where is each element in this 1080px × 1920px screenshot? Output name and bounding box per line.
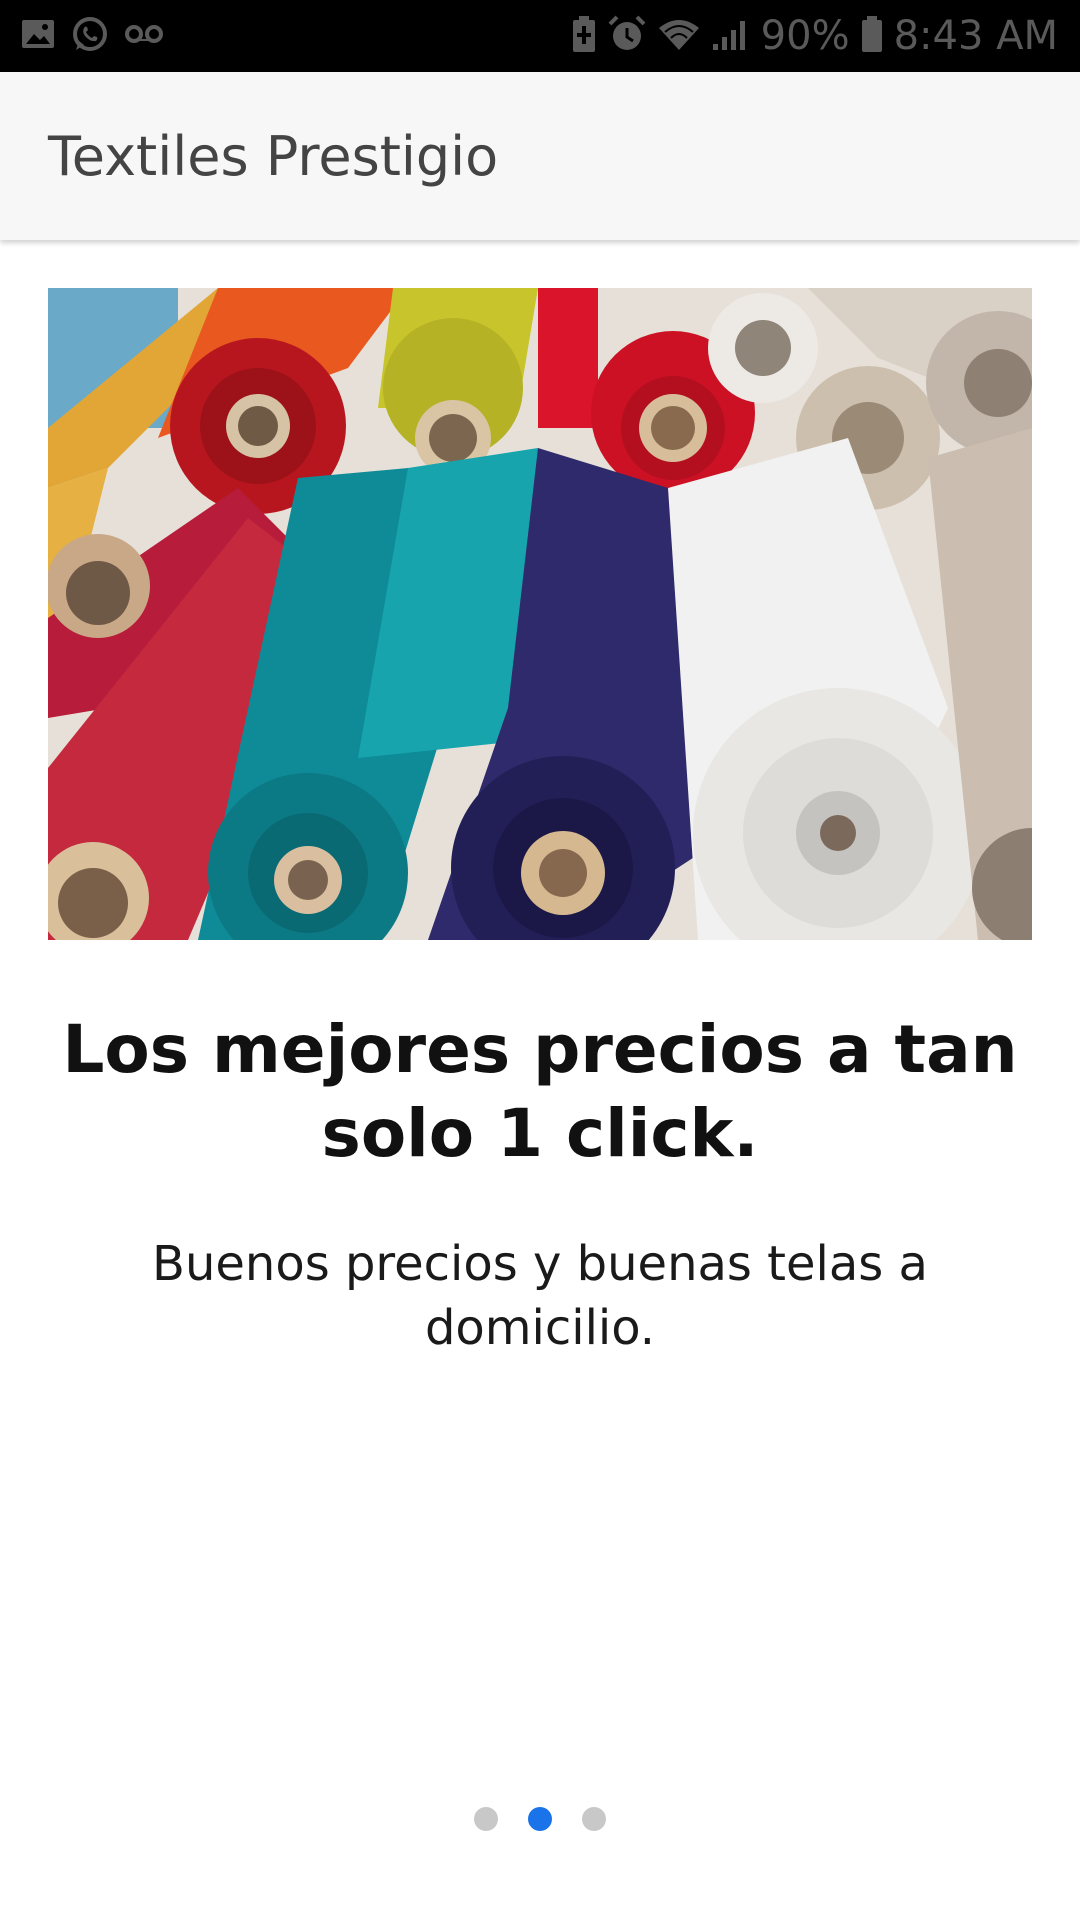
page-indicator <box>0 1804 1080 1834</box>
page-dot-2-active[interactable] <box>528 1807 552 1831</box>
alarm-icon <box>607 14 647 59</box>
slide-subtext: Buenos precios y buenas telas a domicili… <box>152 1236 928 1356</box>
wifi-icon <box>657 16 701 57</box>
clock: 8:43 AM <box>893 13 1058 59</box>
app-bar: Textiles Prestigio <box>0 72 1080 240</box>
page-dot-3[interactable] <box>582 1807 606 1831</box>
page-dot-1[interactable] <box>474 1807 498 1831</box>
fabric-rolls-image <box>48 288 1032 940</box>
image-icon <box>20 16 56 57</box>
status-bar-right: 90% 8:43 AM <box>561 0 1058 72</box>
whatsapp-icon <box>70 14 110 59</box>
status-bar-left <box>20 14 178 59</box>
battery-saver-icon <box>571 14 597 59</box>
status-bar: 90% 8:43 AM <box>0 0 1080 72</box>
battery-icon <box>860 14 884 59</box>
voicemail-icon <box>124 22 164 51</box>
battery-percent: 90% <box>760 13 850 59</box>
signal-icon <box>711 16 751 57</box>
app-title: Textiles Prestigio <box>48 124 499 188</box>
slide-headline: Los mejores precios a tan solo 1 click. <box>62 1011 1018 1172</box>
